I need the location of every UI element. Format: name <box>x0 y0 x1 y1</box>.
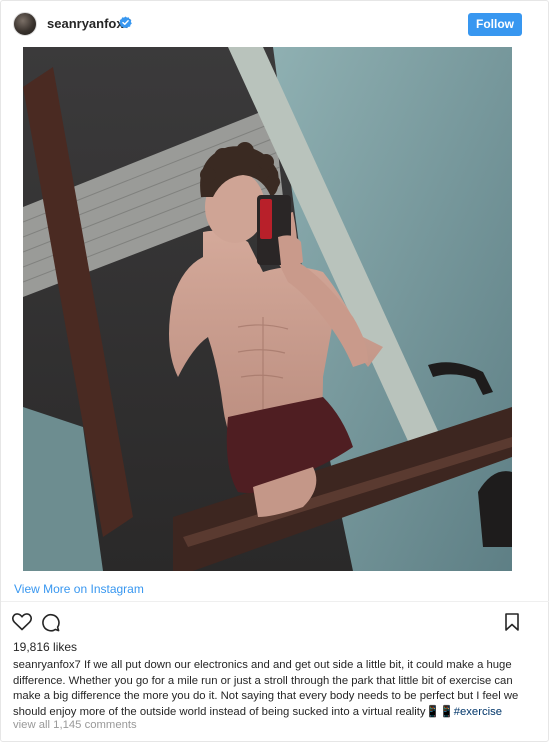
bookmark-icon[interactable] <box>505 613 519 631</box>
divider <box>1 601 549 602</box>
likes-count[interactable]: 19,816 likes <box>13 640 77 654</box>
caption-username[interactable]: seanryanfox7 <box>13 659 81 671</box>
view-all-comments-link[interactable]: view all 1,145 comments <box>13 719 137 731</box>
post-photo[interactable] <box>23 47 512 571</box>
view-more-link[interactable]: View More on Instagram <box>14 582 144 596</box>
comment-icon[interactable] <box>41 613 60 632</box>
verified-badge-icon <box>119 16 132 29</box>
avatar[interactable] <box>13 12 37 36</box>
instagram-embed-card: seanryanfox7 Follow View More on Instagr… <box>0 0 549 742</box>
mirror-selfie-illustration <box>23 47 512 571</box>
hashtag-link[interactable]: #exercise <box>454 706 502 718</box>
post-header: seanryanfox7 Follow <box>1 1 549 47</box>
caption-text: If we all put down our electronics and a… <box>13 659 519 718</box>
caption: seanryanfox7 If we all put down our elec… <box>13 658 533 720</box>
follow-button[interactable]: Follow <box>468 13 522 36</box>
heart-icon[interactable] <box>12 613 32 631</box>
